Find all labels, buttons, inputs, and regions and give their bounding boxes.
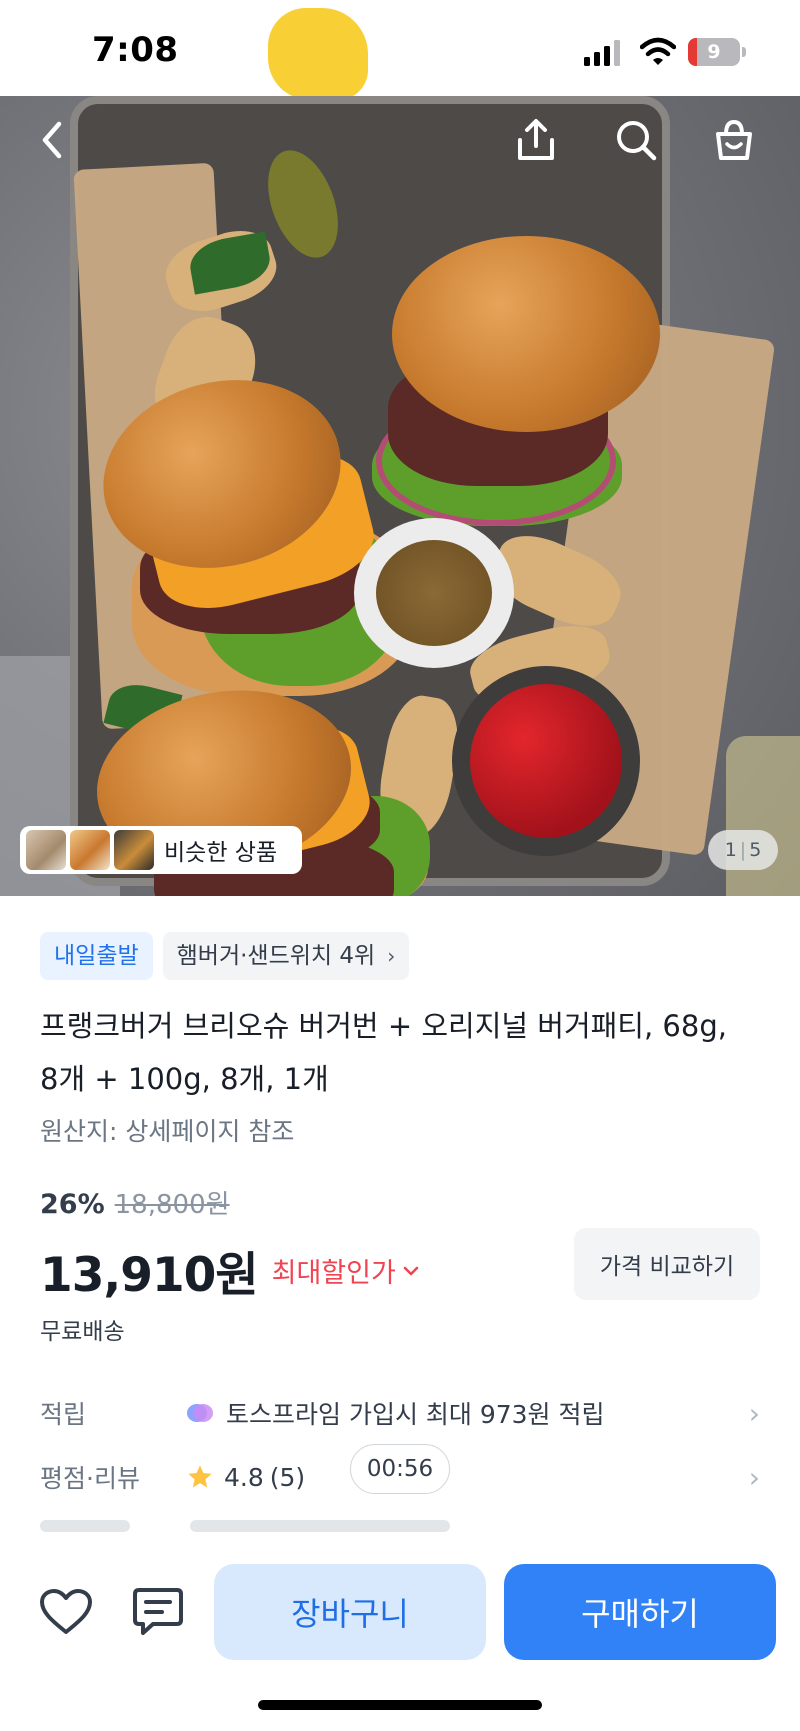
points-detail[interactable]: 토스프라임 가입시 최대 973원 적립 › <box>186 1388 760 1438</box>
price-row: 13,910원 최대할인가 <box>40 1236 420 1305</box>
ketchup <box>470 684 622 838</box>
status-bar: 7:08 9 <box>0 0 800 100</box>
battery-tip <box>742 47 746 57</box>
star-icon <box>188 1465 212 1488</box>
points-label: 적립 <box>40 1400 87 1429</box>
discount-percent: 26% <box>40 1189 105 1220</box>
home-indicator <box>258 1700 542 1710</box>
product-image-gallery[interactable] <box>0 96 800 896</box>
partially-hidden-row <box>40 1516 760 1536</box>
battery-icon: 9 <box>688 38 746 66</box>
chevron-right-icon: › <box>748 1460 760 1494</box>
back-button[interactable] <box>24 112 80 168</box>
rating-label: 평점·리뷰 <box>40 1464 140 1493</box>
category-rank-tag[interactable]: 햄버거·샌드위치 4위 › <box>162 932 410 980</box>
original-price: 18,800원 <box>114 1190 230 1220</box>
mustard <box>376 540 492 646</box>
chevron-right-icon: › <box>387 944 396 968</box>
battery-body: 9 <box>688 38 740 66</box>
buy-now-button[interactable]: 구매하기 <box>504 1564 776 1660</box>
chevron-left-icon <box>42 121 62 159</box>
max-discount-label: 최대할인가 <box>271 1258 396 1289</box>
product-tags: 내일출발 햄버거·샌드위치 4위 › <box>40 932 410 980</box>
yellow-marker-smudge <box>268 8 368 100</box>
timer-pill: 00:56 <box>350 1444 450 1494</box>
similar-products-label: 비슷한 상품 <box>164 840 278 866</box>
similar-products-button[interactable]: 비슷한 상품 <box>20 826 302 874</box>
page-total: 5 <box>749 839 762 861</box>
price-compare-button[interactable]: 가격 비교하기 <box>574 1228 760 1300</box>
inquiry-button[interactable] <box>128 1584 188 1640</box>
wifi-icon <box>640 37 676 65</box>
similar-product-thumbnail <box>114 830 154 870</box>
shipping-tag: 내일출발 <box>40 932 153 980</box>
add-to-cart-button[interactable]: 장바구니 <box>214 1564 486 1660</box>
max-discount-toggle[interactable]: 최대할인가 <box>272 1251 420 1290</box>
review-count: (5) <box>269 1462 306 1492</box>
placeholder-bar <box>40 1520 130 1532</box>
product-title: 프랭크버거 브리오슈 버거번 + 오리지널 버거패티, 68g, 8개 + 10… <box>40 1009 727 1096</box>
similar-product-thumbnail <box>26 830 66 870</box>
page-current: 1 <box>724 839 737 861</box>
shipping-info: 무료배송 <box>40 1319 125 1345</box>
heart-icon <box>40 1589 92 1634</box>
status-time: 7:08 <box>92 30 179 70</box>
discount-row: 26% 18,800원 <box>40 1184 230 1221</box>
placeholder-bar <box>190 1520 450 1532</box>
share-button[interactable] <box>508 112 564 168</box>
chat-icon <box>133 1588 183 1635</box>
product-origin: 원산지: 상세페이지 참조 <box>40 1117 295 1146</box>
share-icon <box>518 119 554 160</box>
category-rank-label: 햄버거·샌드위치 4위 <box>176 943 376 969</box>
points-value: 토스프라임 가입시 최대 973원 적립 <box>226 1400 605 1429</box>
burger-bun <box>392 236 660 432</box>
toss-prime-icon <box>187 1404 213 1422</box>
page-separator: | <box>739 839 747 861</box>
similar-product-thumbnail <box>70 830 110 870</box>
battery-level: 9 <box>707 41 721 63</box>
rating-score: 4.8 <box>224 1462 264 1492</box>
search-icon <box>617 121 657 161</box>
shopping-bag-icon <box>716 119 752 160</box>
chevron-down-icon <box>403 1266 419 1275</box>
glass-decoration <box>726 736 800 896</box>
rating-value-group: 4.8 (5) <box>186 1463 749 1492</box>
sale-price: 13,910원 <box>40 1248 259 1303</box>
shopping-bag-button[interactable] <box>706 112 762 168</box>
chevron-right-icon: › <box>748 1396 760 1430</box>
signal-icon <box>584 40 620 66</box>
wishlist-button[interactable] <box>36 1584 96 1640</box>
search-button[interactable] <box>608 112 664 168</box>
image-page-indicator: 1 | 5 <box>708 830 778 870</box>
